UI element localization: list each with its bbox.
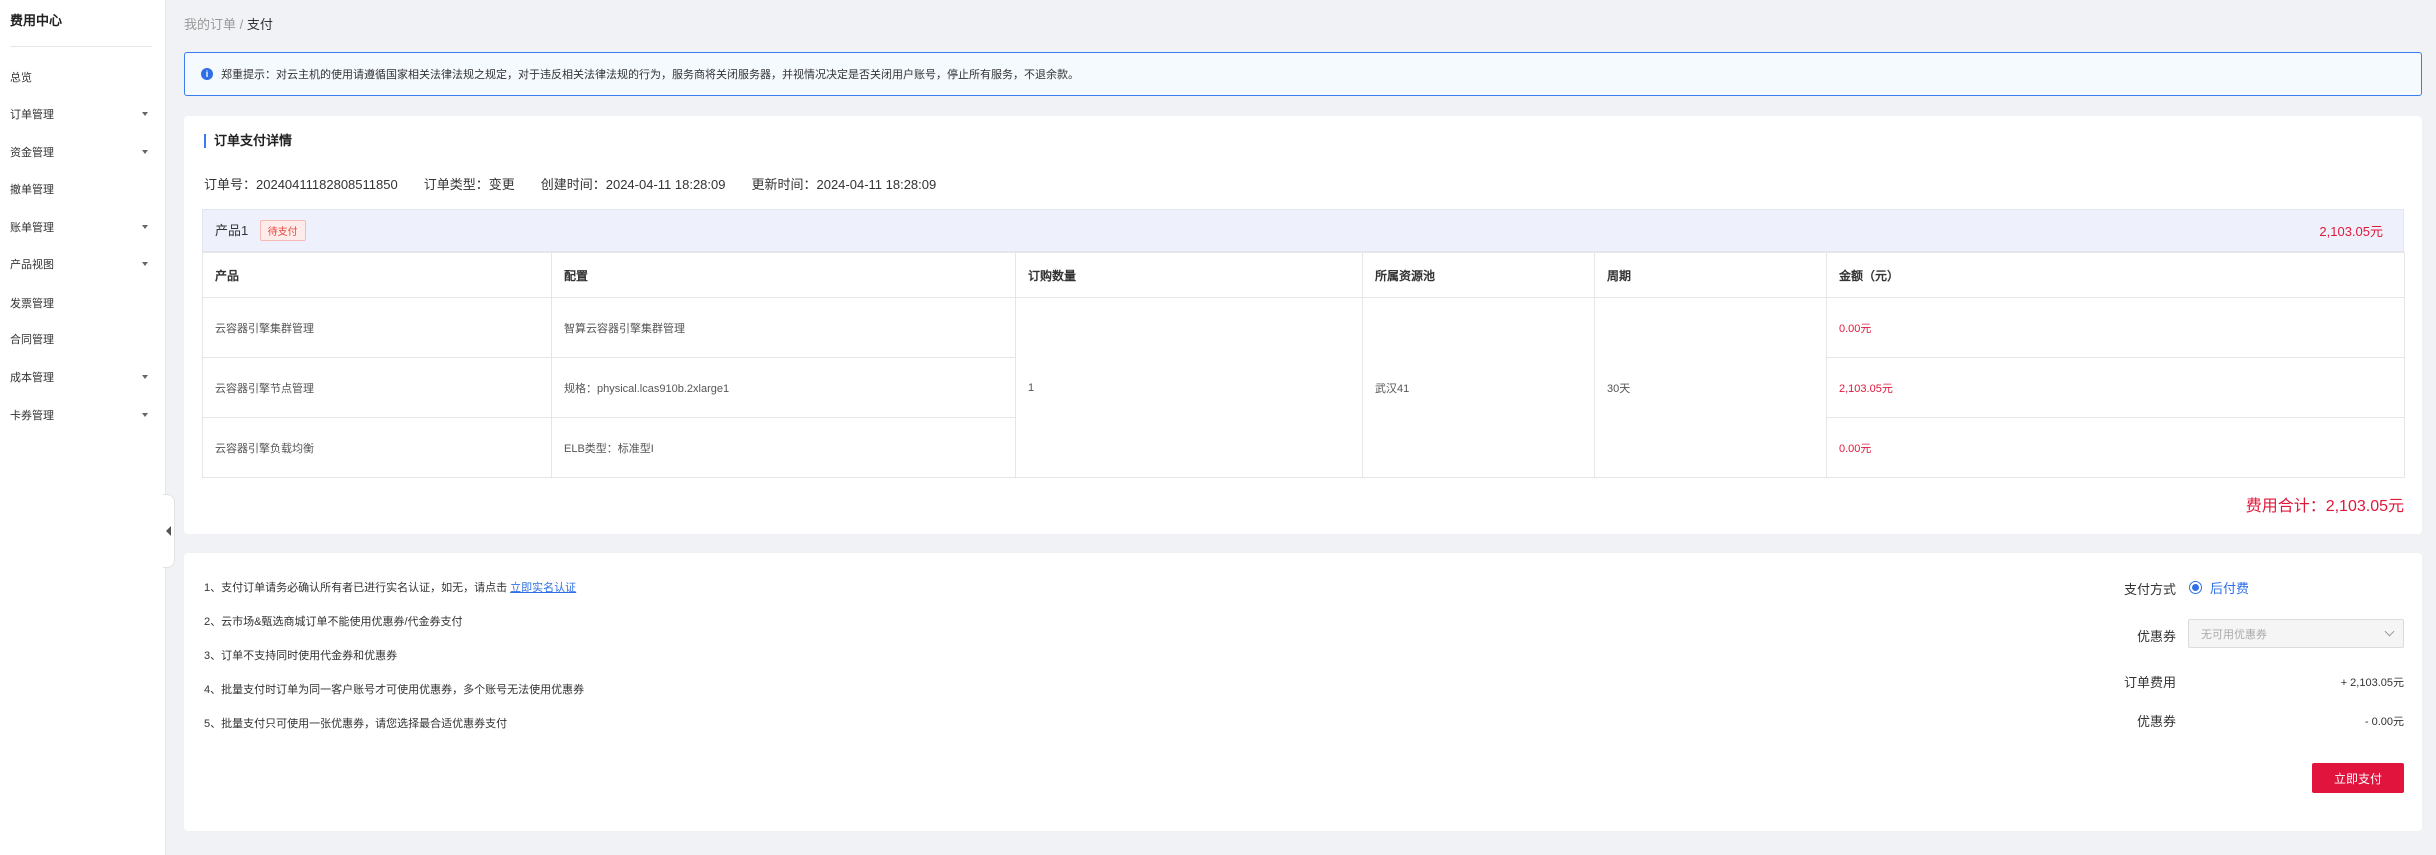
sidebar-item-label: 总览 <box>10 72 32 84</box>
updated-time: 更新时间：2024-04-11 18:28:09 <box>751 177 937 192</box>
section-title: 订单支付详情 <box>204 134 292 148</box>
radio-selected-icon <box>2189 581 2202 594</box>
sidebar-item-label: 产品视图 <box>10 259 54 271</box>
note-item: 5、批量支付只可使用一张优惠券，请您选择最合适优惠券支付 <box>204 718 508 730</box>
notice-text: 郑重提示：对云主机的使用请遵循国家相关法律法规之规定，对于违反相关法律法规的行为… <box>221 69 1079 81</box>
product-amount: 2,103.05元 <box>2319 224 2383 239</box>
payment-notes: 1、支付订单请务必确认所有者已进行实名认证，如无，请点击 立即实名认证 2、云市… <box>204 581 584 751</box>
sidebar-collapse-button[interactable] <box>163 494 175 568</box>
column-header: 金额（元） <box>1826 252 2405 298</box>
column-header: 订购数量 <box>1015 252 1363 298</box>
order-meta: 订单号：20240411182808511850 订单类型：变更 创建时间：20… <box>204 174 936 193</box>
breadcrumb-parent-link[interactable]: 我的订单 <box>184 17 236 32</box>
order-product-table: 产品1 待支付 2,103.05元 产品 配置 订购数量 所属资源池 周期 金额… <box>202 209 2405 478</box>
breadcrumb: 我的订单 / 支付 <box>184 14 273 33</box>
sidebar-item-bills[interactable]: 账单管理 <box>10 216 152 238</box>
created-time: 创建时间：2024-04-11 18:28:09 <box>540 177 726 192</box>
info-icon: i <box>201 68 213 80</box>
sidebar-item-funds[interactable]: 资金管理 <box>10 141 152 163</box>
cell-amount: 2,103.05元 <box>1826 357 2405 418</box>
table-header-row: 产品 配置 订购数量 所属资源池 周期 金额（元） <box>202 252 2405 298</box>
cell-amount: 0.00元 <box>1826 297 2405 358</box>
cell-config: 规格：physical.lcas910b.2xlarge1 <box>551 357 1016 418</box>
order-total: 费用合计：2,103.05元 <box>2245 498 2404 515</box>
sidebar-item-label: 合同管理 <box>10 334 54 346</box>
note-item: 3、订单不支持同时使用代金券和优惠券 <box>204 650 398 662</box>
coupon-discount-value: - 0.00元 <box>2364 716 2404 728</box>
caret-left-icon <box>166 526 171 536</box>
sidebar-item-label: 订单管理 <box>10 109 54 121</box>
chevron-down-icon <box>142 375 148 379</box>
chevron-down-icon <box>142 413 148 417</box>
cell-amount: 0.00元 <box>1826 417 2405 478</box>
note-item: 2、云市场&甄选商城订单不能使用优惠券/代金券支付 <box>204 616 463 628</box>
note-item: 4、批量支付时订单为同一客户账号才可使用优惠券，多个账号无法使用优惠券 <box>204 684 585 696</box>
sidebar-item-overview[interactable]: 总览 <box>10 66 152 88</box>
sidebar-item-invoices[interactable]: 发票管理 <box>10 292 152 314</box>
sidebar-item-label: 成本管理 <box>10 372 54 384</box>
column-header: 配置 <box>551 252 1016 298</box>
cell-product: 云容器引擎集群管理 <box>202 297 552 358</box>
chevron-down-icon <box>142 225 148 229</box>
sidebar-item-cancellations[interactable]: 撤单管理 <box>10 178 152 200</box>
sidebar-item-product-view[interactable]: 产品视图 <box>10 253 152 275</box>
verify-identity-link[interactable]: 立即实名认证 <box>510 582 576 594</box>
chevron-down-icon <box>2384 626 2395 637</box>
sidebar-divider <box>10 46 152 47</box>
cell-period: 30天 <box>1594 297 1827 478</box>
product-header: 产品1 待支付 2,103.05元 <box>202 209 2404 252</box>
cell-config: 智算云容器引擎集群管理 <box>551 297 1016 358</box>
table-row: 云容器引擎集群管理 智算云容器引擎集群管理 1 武汉41 30天 0.00元 <box>202 297 2405 478</box>
sidebar-item-orders[interactable]: 订单管理 <box>10 103 152 125</box>
column-header: 产品 <box>202 252 552 298</box>
coupon-select-value: 无可用优惠券 <box>2201 628 2267 641</box>
column-header: 周期 <box>1594 252 1827 298</box>
order-items-table: 产品 配置 订购数量 所属资源池 周期 金额（元） 云容器引擎集群管理 智算云容… <box>202 252 2405 478</box>
sidebar-item-coupons[interactable]: 卡券管理 <box>10 404 152 426</box>
cell-resource-pool: 武汉41 <box>1362 297 1595 478</box>
coupon-select[interactable]: 无可用优惠券 <box>2188 619 2404 648</box>
product-name: 产品1 <box>215 223 249 238</box>
sidebar-title: 费用中心 <box>10 13 63 28</box>
order-number: 订单号：20240411182808511850 <box>204 177 398 192</box>
note-text: 1、支付订单请务必确认所有者已进行实名认证，如无，请点击 <box>204 582 511 594</box>
cell-product: 云容器引擎节点管理 <box>202 357 552 418</box>
status-badge: 待支付 <box>259 220 306 241</box>
pay-now-button[interactable]: 立即支付 <box>2312 763 2404 793</box>
cell-product: 云容器引擎负载均衡 <box>202 417 552 478</box>
order-type: 订单类型：变更 <box>423 177 515 192</box>
chevron-down-icon <box>142 262 148 266</box>
payment-method-postpaid-radio[interactable]: 后付费 <box>2189 578 2249 597</box>
sidebar-item-label: 资金管理 <box>10 147 54 159</box>
legal-notice-banner: i 郑重提示：对云主机的使用请遵循国家相关法律法规之规定，对于违反相关法律法规的… <box>184 52 2422 96</box>
payment-method-label: 支付方式 <box>2123 582 2176 597</box>
chevron-down-icon <box>142 150 148 154</box>
order-details-card: 订单支付详情 订单号：20240411182808511850 订单类型：变更 … <box>184 116 2422 534</box>
chevron-down-icon <box>142 112 148 116</box>
sidebar-item-label: 账单管理 <box>10 222 54 234</box>
sidebar-item-label: 撤单管理 <box>10 184 54 196</box>
cell-quantity: 1 <box>1015 297 1363 478</box>
note-item: 1、支付订单请务必确认所有者已进行实名认证，如无，请点击 立即实名认证 <box>204 581 584 615</box>
sidebar-item-costs[interactable]: 成本管理 <box>10 366 152 388</box>
radio-label: 后付费 <box>2210 581 2250 596</box>
sidebar: 费用中心 总览 订单管理 资金管理 撤单管理 账单管理 产品视图 发票管理 合同… <box>0 0 166 855</box>
sidebar-item-label: 发票管理 <box>10 298 54 310</box>
breadcrumb-current: 支付 <box>246 17 273 32</box>
column-header: 所属资源池 <box>1362 252 1595 298</box>
order-fee-label: 订单费用 <box>2123 675 2176 690</box>
coupon-discount-label: 优惠券 <box>2136 714 2176 729</box>
sidebar-item-contracts[interactable]: 合同管理 <box>10 328 152 350</box>
order-fee-value: + 2,103.05元 <box>2340 677 2404 689</box>
coupon-label: 优惠券 <box>2136 629 2176 644</box>
breadcrumb-separator: / <box>239 17 244 32</box>
sidebar-item-label: 卡券管理 <box>10 410 54 422</box>
payment-card: 1、支付订单请务必确认所有者已进行实名认证，如无，请点击 立即实名认证 2、云市… <box>184 553 2422 831</box>
cell-config: ELB类型：标准型I <box>551 417 1016 478</box>
